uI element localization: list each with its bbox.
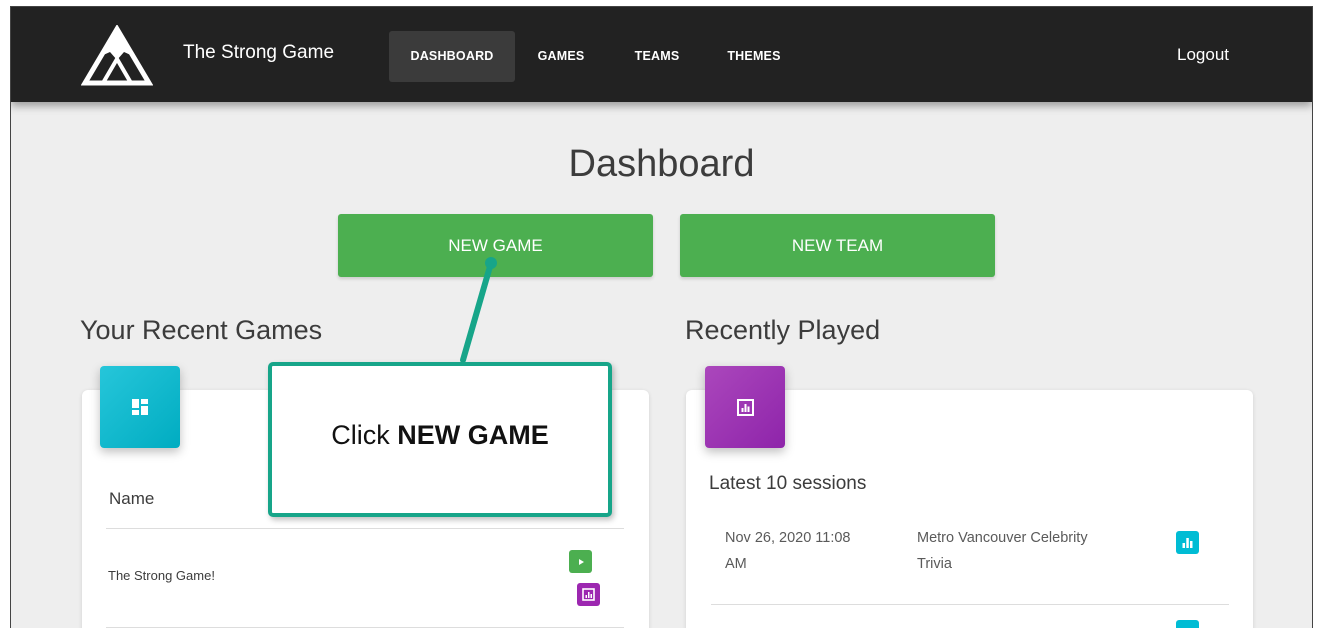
callout-text: Click NEW GAME bbox=[272, 418, 608, 452]
game-name[interactable]: The Strong Game! bbox=[108, 568, 215, 583]
game-stats-button[interactable] bbox=[577, 583, 600, 606]
name-column-header[interactable]: Name bbox=[109, 489, 154, 509]
session-date-line2: AM bbox=[725, 556, 747, 572]
nav-themes[interactable]: THEMES bbox=[719, 31, 789, 82]
top-navbar: The Strong Game DASHBOARD GAMES TEAMS TH… bbox=[11, 7, 1312, 102]
session-stats-button-2[interactable] bbox=[1176, 620, 1199, 628]
nav-teams[interactable]: TEAMS bbox=[625, 31, 689, 82]
session-name-line1: Metro Vancouver Celebrity bbox=[917, 530, 1088, 546]
session-stats-button[interactable] bbox=[1176, 531, 1199, 554]
nav-dashboard[interactable]: DASHBOARD bbox=[389, 31, 515, 82]
new-team-button[interactable]: NEW TEAM bbox=[680, 214, 995, 277]
instruction-callout: Click NEW GAME bbox=[268, 362, 612, 517]
nav-games[interactable]: GAMES bbox=[529, 31, 593, 82]
latest-sessions-subtitle: Latest 10 sessions bbox=[709, 473, 867, 494]
session-date: Nov 26, 2020 11:08 AM bbox=[725, 525, 851, 577]
session-name[interactable]: Metro Vancouver Celebrity Trivia bbox=[917, 525, 1088, 577]
app-window: The Strong Game DASHBOARD GAMES TEAMS TH… bbox=[10, 6, 1313, 628]
session-name-line2: Trivia bbox=[917, 556, 952, 572]
dashboard-icon bbox=[100, 366, 180, 448]
new-game-button[interactable]: NEW GAME bbox=[338, 214, 653, 277]
page-title: Dashboard bbox=[568, 143, 755, 185]
play-button[interactable] bbox=[569, 550, 592, 573]
header-divider bbox=[106, 528, 624, 529]
play-icon bbox=[578, 558, 584, 565]
callout-emphasis: NEW GAME bbox=[397, 420, 549, 450]
recent-games-title: Your Recent Games bbox=[80, 315, 323, 345]
logo-icon[interactable] bbox=[81, 25, 153, 87]
session-divider bbox=[711, 604, 1229, 605]
session-date-line1: Nov 26, 2020 11:08 bbox=[725, 530, 851, 546]
chart-icon bbox=[582, 588, 595, 601]
chart-icon bbox=[705, 366, 785, 448]
callout-prefix: Click bbox=[331, 420, 398, 450]
brand-title[interactable]: The Strong Game bbox=[183, 41, 334, 65]
bar-chart-icon bbox=[1182, 538, 1193, 548]
recently-played-title: Recently Played bbox=[685, 315, 881, 345]
logout-link[interactable]: Logout bbox=[1177, 44, 1229, 66]
